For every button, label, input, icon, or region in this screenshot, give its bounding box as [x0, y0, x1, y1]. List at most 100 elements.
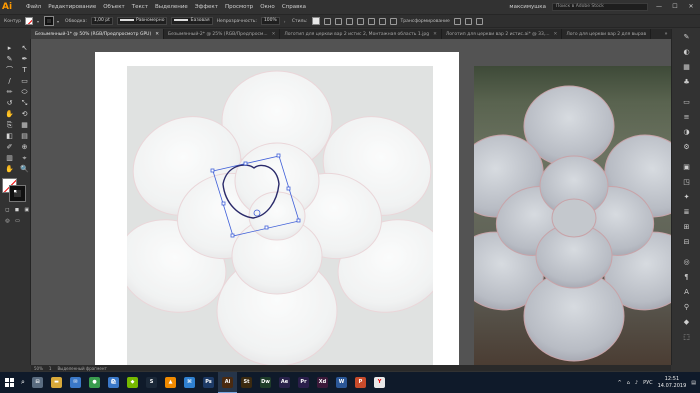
recolor-icon[interactable]: [334, 17, 342, 25]
brush-definition[interactable]: Базовая: [171, 17, 213, 25]
variable-width-profile[interactable]: Равномерно: [116, 17, 168, 25]
arrange-icon[interactable]: [378, 17, 386, 25]
stock-search-input[interactable]: Поиск в Adobe Stock: [552, 2, 648, 11]
search-icon[interactable]: ⌕: [18, 372, 28, 393]
swatches-panel-icon[interactable]: ▦: [672, 59, 700, 74]
doc-setup-icon[interactable]: [323, 17, 331, 25]
isolate-icon[interactable]: [367, 17, 375, 25]
close-icon[interactable]: ✕: [155, 32, 159, 37]
pencil-tool-icon[interactable]: ✏: [3, 87, 16, 97]
distribute-icon[interactable]: [356, 17, 364, 25]
chevron-right-icon[interactable]: ›: [284, 19, 288, 24]
stroke-width-field[interactable]: 1,00 pt: [90, 17, 113, 25]
brushes-panel-icon[interactable]: ◆: [672, 314, 700, 329]
close-icon[interactable]: ✕: [554, 32, 558, 37]
gradient-mode-icon[interactable]: ◼: [14, 206, 21, 213]
layers-panel-icon[interactable]: ◳: [672, 174, 700, 189]
selection-tool-icon[interactable]: ▸: [3, 43, 16, 53]
tray-expand-icon[interactable]: ^: [617, 380, 621, 386]
opacity-label[interactable]: Непрозрачность:: [217, 19, 257, 24]
shape-builder-tool-icon[interactable]: ⎘: [3, 120, 16, 130]
artboard-number[interactable]: 1: [49, 366, 52, 371]
libraries-panel-icon[interactable]: ⬚: [672, 329, 700, 344]
menu-item-view[interactable]: Просмотр: [225, 4, 253, 10]
taskbar-app[interactable]: ⌘: [180, 372, 199, 393]
tab-document-1[interactable]: Безымянный-1* @ 50% (RGB/Предпросмотр GP…: [31, 29, 165, 39]
magic-wand-tool-icon[interactable]: ✎: [3, 54, 16, 64]
artboard-tool-icon[interactable]: ⌖: [18, 153, 31, 163]
draw-mode-icon[interactable]: ◎: [4, 217, 11, 224]
language-indicator[interactable]: РУС: [643, 380, 653, 386]
tab-document-2[interactable]: Безымянный-2* @ 25% (RGB/Предпросм... ✕: [164, 29, 281, 39]
menu-item-file[interactable]: Файл: [26, 4, 41, 10]
chevron-down-icon[interactable]: ▾: [57, 19, 61, 24]
pen-tool-icon[interactable]: ✒: [18, 54, 31, 64]
tab-document-3[interactable]: Логотип для церкви вар 2 истис 2, Монтаж…: [280, 29, 442, 39]
tabs-overflow-icon[interactable]: »: [661, 29, 671, 39]
zoom-tool-icon[interactable]: 🔍: [18, 164, 31, 174]
taskbar-app[interactable]: ●: [85, 372, 104, 393]
taskbar-app[interactable]: Pr: [294, 372, 313, 393]
document-canvas[interactable]: [31, 39, 671, 365]
eraser-tool-icon[interactable]: ⬭: [18, 87, 31, 97]
reflect-icon[interactable]: [453, 17, 461, 25]
taskbar-app[interactable]: P: [351, 372, 370, 393]
scale-tool-icon[interactable]: ⤡: [18, 98, 31, 108]
stroke-color-swatch[interactable]: [9, 185, 26, 202]
appearance-panel-icon[interactable]: ⚙: [672, 139, 700, 154]
opacity-field[interactable]: 100%: [260, 17, 280, 25]
close-button[interactable]: ✕: [686, 3, 696, 10]
taskbar-app[interactable]: ▬: [47, 372, 66, 393]
taskbar-app[interactable]: Ae: [275, 372, 294, 393]
tab-document-4[interactable]: Логотип для церкви вар 2 истис.ai* @ 33,…: [442, 29, 563, 39]
transform-panel-icon[interactable]: ⊞: [672, 219, 700, 234]
perspective-grid-tool-icon[interactable]: ▦: [18, 120, 31, 130]
links-panel-icon[interactable]: ◎: [672, 254, 700, 269]
style-swatch[interactable]: [311, 17, 320, 25]
properties-panel-icon[interactable]: ✎: [672, 29, 700, 44]
mesh-tool-icon[interactable]: ◧: [3, 131, 16, 141]
taskbar-app[interactable]: St: [237, 372, 256, 393]
minimize-button[interactable]: —: [654, 3, 664, 10]
type-tool-icon[interactable]: T: [18, 65, 31, 75]
close-icon[interactable]: ✕: [433, 32, 437, 37]
grid-icon[interactable]: [389, 17, 397, 25]
taskbar-app[interactable]: Ps: [199, 372, 218, 393]
menu-item-text[interactable]: Текст: [132, 4, 148, 10]
warp-tool-icon[interactable]: ⟲: [18, 109, 31, 119]
taskbar-app-active[interactable]: Ai: [218, 372, 237, 393]
transparency-panel-icon[interactable]: ◑: [672, 124, 700, 139]
menu-item-object[interactable]: Объект: [103, 4, 125, 10]
maximize-button[interactable]: ☐: [670, 3, 680, 10]
graph-tool-icon[interactable]: ▥: [3, 153, 16, 163]
color-mode-icon[interactable]: ◻: [4, 206, 11, 213]
notifications-icon[interactable]: ▤: [691, 380, 696, 386]
close-icon[interactable]: ✕: [272, 32, 276, 37]
symbols-panel-icon[interactable]: ♣: [672, 74, 700, 89]
taskbar-app[interactable]: Y: [370, 372, 389, 393]
gradient-tool-icon[interactable]: ▤: [18, 131, 31, 141]
fill-stroke-swatches[interactable]: [2, 178, 28, 202]
glyphs-panel-icon[interactable]: ⚲: [672, 299, 700, 314]
taskbar-app[interactable]: S: [142, 372, 161, 393]
taskbar-app[interactable]: ◆: [123, 372, 142, 393]
succulent-photo-placed[interactable]: [127, 66, 433, 365]
taskbar-app[interactable]: ✉: [66, 372, 85, 393]
screen-mode-icon[interactable]: ▭: [14, 217, 21, 224]
menu-item-select[interactable]: Выделение: [155, 4, 188, 10]
volume-icon[interactable]: ♪: [635, 380, 638, 386]
panel-menu-icon[interactable]: [475, 17, 483, 25]
artboards-panel-icon[interactable]: ✦: [672, 189, 700, 204]
zoom-level[interactable]: 50%: [34, 366, 43, 371]
taskbar-app[interactable]: ▲: [161, 372, 180, 393]
align-panel-icon[interactable]: ≣: [672, 204, 700, 219]
curvature-tool-icon[interactable]: ⌒: [3, 65, 16, 75]
blend-tool-icon[interactable]: ⊕: [18, 142, 31, 152]
network-icon[interactable]: ⌂: [627, 380, 630, 386]
fill-swatch[interactable]: [25, 17, 34, 25]
stroke-label[interactable]: Обводка:: [65, 19, 87, 24]
gradient-panel-icon[interactable]: ≡: [672, 109, 700, 124]
taskbar-app[interactable]: Xd: [313, 372, 332, 393]
taskbar-app[interactable]: ⊟: [28, 372, 47, 393]
start-button[interactable]: [0, 372, 18, 393]
